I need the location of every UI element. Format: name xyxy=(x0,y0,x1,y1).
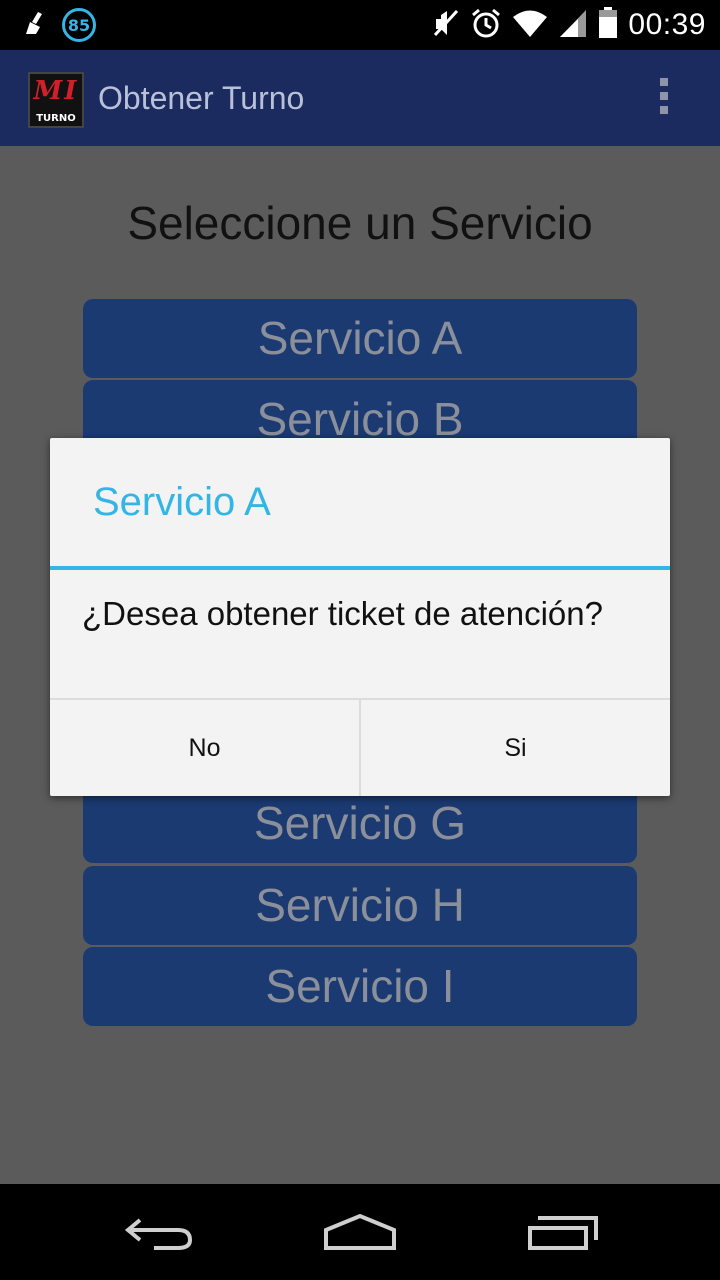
service-i-button[interactable]: Servicio I xyxy=(83,947,637,1026)
signal-icon xyxy=(558,8,588,42)
action-bar: MI TURNO Obtener Turno xyxy=(0,50,720,146)
service-a-button[interactable]: Servicio A xyxy=(83,299,637,378)
app-title: Obtener Turno xyxy=(98,80,305,116)
logo-turno-text: TURNO xyxy=(36,113,76,124)
navigation-bar xyxy=(0,1184,720,1280)
status-right: 00:39 xyxy=(432,6,706,44)
alarm-icon xyxy=(470,7,502,43)
service-h-button[interactable]: Servicio H xyxy=(83,866,637,945)
overflow-menu-icon[interactable] xyxy=(654,78,674,122)
no-button[interactable]: No xyxy=(50,700,359,796)
dialog-actions: No Si xyxy=(50,698,670,796)
app-logo: MI TURNO xyxy=(28,72,84,128)
notification-count-badge: 85 xyxy=(62,8,96,42)
home-icon[interactable] xyxy=(320,1210,400,1254)
broom-icon xyxy=(22,10,48,40)
clock: 00:39 xyxy=(628,8,706,41)
dialog-title-divider xyxy=(50,566,670,570)
status-left: 85 xyxy=(22,8,96,42)
dialog-title: Servicio A xyxy=(93,480,271,524)
yes-button[interactable]: Si xyxy=(359,700,670,796)
dialog-message: ¿Desea obtener ticket de atención? xyxy=(82,595,603,632)
confirm-dialog: Servicio A ¿Desea obtener ticket de aten… xyxy=(50,438,670,796)
recents-icon[interactable] xyxy=(524,1210,604,1254)
logo-mi-text: MI xyxy=(33,76,79,106)
mute-icon xyxy=(432,7,460,43)
back-icon[interactable] xyxy=(120,1210,200,1254)
page-heading: Seleccione un Servicio xyxy=(127,197,593,249)
status-bar: 85 00:39 xyxy=(0,0,720,50)
wifi-icon xyxy=(512,8,548,42)
battery-icon xyxy=(598,7,618,43)
